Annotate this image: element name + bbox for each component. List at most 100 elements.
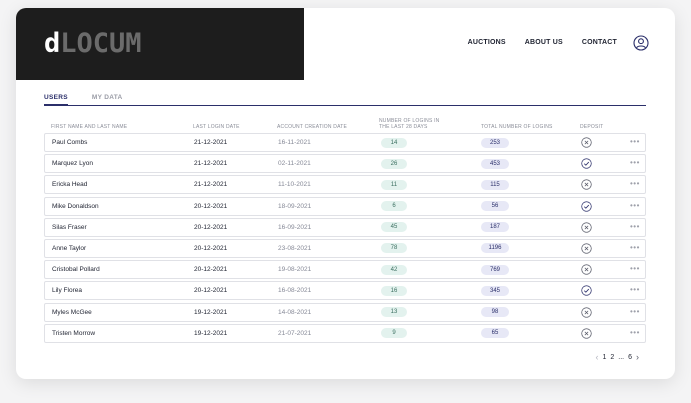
main-card: dLOCUM AUCTIONS ABOUT US CONTACT USERS M… <box>16 8 675 379</box>
page-1[interactable]: 1 <box>602 354 606 361</box>
more-horizontal-icon[interactable]: ••• <box>630 219 640 236</box>
table-row[interactable]: Anne Taylor 20-12-2021 23-08-2021 78 1196 ••• <box>44 238 646 258</box>
more-horizontal-icon[interactable]: ••• <box>630 198 640 215</box>
logins-28-badge: 45 <box>381 222 407 233</box>
cell-name: Cristobal Pollard <box>52 266 100 274</box>
more-horizontal-icon[interactable]: ••• <box>630 176 640 193</box>
cell-name: Marquez Lyon <box>52 160 93 168</box>
page-2[interactable]: 2 <box>610 354 614 361</box>
x-circle-icon <box>581 137 592 148</box>
cell-name: Paul Combs <box>52 139 88 146</box>
cell-last-login: 20-12-2021 <box>194 202 228 210</box>
table-row[interactable]: Marquez Lyon 21-12-2021 02-11-2021 26 453 ••• <box>44 154 646 174</box>
cell-last-login: 20-12-2021 <box>194 223 228 231</box>
check-circle-icon <box>581 200 592 212</box>
brand-logo[interactable]: dLOCUM <box>44 28 142 60</box>
total-logins-badge: 253 <box>481 137 509 148</box>
logins-28-badge: 14 <box>381 137 407 148</box>
nav-contact[interactable]: CONTACT <box>582 39 617 46</box>
tab-my-data[interactable]: MY DATA <box>92 94 123 106</box>
logo-rest: LOCUM <box>60 28 142 59</box>
cell-name: Ericka Head <box>52 181 88 189</box>
total-logins-badge: 98 <box>481 307 509 317</box>
cell-name: Silas Fraser <box>52 223 87 231</box>
more-horizontal-icon[interactable]: ••• <box>630 261 640 278</box>
users-table-body: Paul Combs 21-12-2021 16-11-2021 14 253 ••• Ma… <box>44 133 646 345</box>
logo-prefix: d <box>44 28 61 59</box>
top-nav: AUCTIONS ABOUT US CONTACT <box>468 39 617 46</box>
header-logins-28: NUMBER OF LOGINS IN THE LAST 28 DAYS <box>379 118 439 130</box>
cell-created: 14-08-2021 <box>278 308 312 316</box>
table-row[interactable]: Ericka Head 21-12-2021 11-10-2021 11 115 ••• <box>44 175 646 195</box>
cell-created: 11-10-2021 <box>278 181 311 189</box>
check-circle-icon <box>581 158 592 169</box>
logins-28-badge: 9 <box>381 328 407 339</box>
header-created: ACCOUNT CREATION DATE <box>277 124 348 130</box>
header-deposit: DEPOSIT <box>580 124 604 130</box>
x-circle-icon <box>581 179 592 191</box>
total-logins-badge: 115 <box>481 179 509 190</box>
cell-created: 16-11-2021 <box>278 139 311 146</box>
more-horizontal-icon[interactable]: ••• <box>630 282 640 299</box>
x-circle-icon <box>581 222 592 233</box>
cell-created: 16-08-2021 <box>278 287 312 295</box>
more-horizontal-icon[interactable]: ••• <box>630 134 640 151</box>
cell-last-login: 19-12-2021 <box>194 329 228 337</box>
x-circle-icon <box>581 328 592 339</box>
table-row[interactable]: Tristen Morrow 19-12-2021 21-07-2021 9 65 ••• <box>44 323 646 343</box>
cell-last-login: 20-12-2021 <box>194 244 228 252</box>
total-logins-badge: 345 <box>481 285 509 296</box>
total-logins-badge: 56 <box>481 201 509 212</box>
cell-name: Myles McGee <box>52 308 92 316</box>
header-name: FIRST NAME AND LAST NAME <box>51 124 128 130</box>
page-6[interactable]: 6 <box>628 354 632 361</box>
logins-28-badge: 11 <box>381 179 407 190</box>
cell-name: Lily Florea <box>52 287 82 295</box>
table-row[interactable]: Myles McGee 19-12-2021 14-08-2021 13 98 ••• <box>44 302 646 322</box>
cell-created: 02-11-2021 <box>278 160 311 168</box>
header-total: TOTAL NUMBER OF LOGINS <box>481 124 553 130</box>
cell-name: Mike Donaldson <box>52 202 99 210</box>
table-row[interactable]: Paul Combs 21-12-2021 16-11-2021 14 253 ••• <box>44 133 646 152</box>
chevron-left-icon[interactable]: ‹ <box>595 352 598 362</box>
logins-28-badge: 6 <box>381 201 407 212</box>
nav-auctions[interactable]: AUCTIONS <box>468 39 506 46</box>
total-logins-badge: 187 <box>481 222 509 233</box>
cell-name: Tristen Morrow <box>52 329 96 337</box>
more-horizontal-icon[interactable]: ••• <box>630 155 640 172</box>
more-horizontal-icon[interactable]: ••• <box>630 325 640 342</box>
table-row[interactable]: Silas Fraser 20-12-2021 16-09-2021 45 187 ••• <box>44 217 646 237</box>
x-circle-icon <box>581 264 592 275</box>
cell-last-login: 20-12-2021 <box>194 287 228 295</box>
check-circle-icon <box>581 285 592 296</box>
table-row[interactable]: Cristobal Pollard 20-12-2021 19-08-2021 42 7… <box>44 260 646 280</box>
cell-last-login: 20-12-2021 <box>194 266 228 274</box>
header-last-login: LAST LOGIN DATE <box>193 124 240 130</box>
x-circle-icon <box>581 306 592 318</box>
cell-created: 19-08-2021 <box>278 266 312 274</box>
logins-28-badge: 42 <box>381 264 407 275</box>
cell-last-login: 19-12-2021 <box>194 308 228 316</box>
pagination: ‹ 1 2 ... 6 › <box>595 352 639 362</box>
total-logins-badge: 1196 <box>481 243 509 254</box>
cell-created: 23-08-2021 <box>278 244 312 252</box>
total-logins-badge: 65 <box>481 328 509 339</box>
logins-28-badge: 13 <box>381 307 407 317</box>
user-circle-icon[interactable] <box>633 35 649 51</box>
tab-users[interactable]: USERS <box>44 94 68 106</box>
cell-last-login: 21-12-2021 <box>194 139 228 146</box>
more-horizontal-icon[interactable]: ••• <box>630 240 640 257</box>
total-logins-badge: 453 <box>481 158 509 169</box>
cell-created: 16-09-2021 <box>278 223 312 231</box>
cell-name: Anne Taylor <box>52 244 87 252</box>
nav-about-us[interactable]: ABOUT US <box>525 39 563 46</box>
cell-last-login: 21-12-2021 <box>194 160 228 168</box>
table-row[interactable]: Mike Donaldson 20-12-2021 18-09-2021 6 56 ••• <box>44 196 646 216</box>
cell-last-login: 21-12-2021 <box>194 181 228 189</box>
logins-28-badge: 78 <box>381 243 407 254</box>
table-row[interactable]: Lily Florea 20-12-2021 16-08-2021 16 345 ••• <box>44 281 646 301</box>
chevron-right-icon[interactable]: › <box>636 352 639 362</box>
more-horizontal-icon[interactable]: ••• <box>630 304 640 321</box>
cell-created: 18-09-2021 <box>278 202 312 210</box>
page-ellipsis: ... <box>618 353 625 361</box>
